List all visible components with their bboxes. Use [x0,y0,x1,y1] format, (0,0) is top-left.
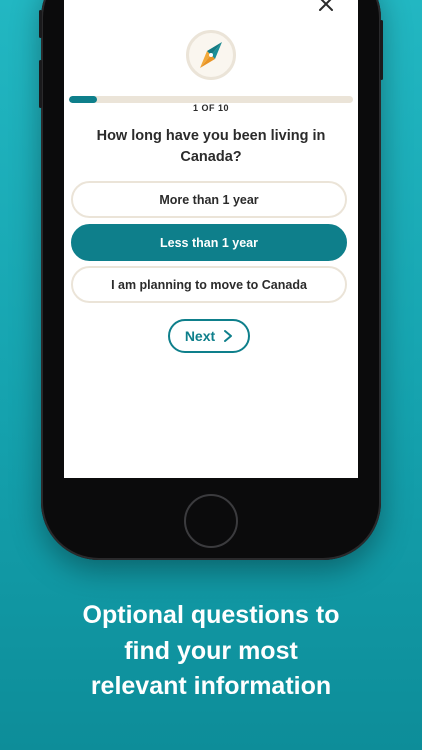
caption-line: Optional questions to [82,601,340,629]
chevron-right-icon [224,330,233,342]
step-indicator: 1 OF 10 [192,103,229,113]
option-less-than-1-year[interactable]: Less than 1 year [71,224,347,261]
phone-side-button [39,10,42,38]
progress-bar [69,96,353,103]
app-screen: 1 OF 10 How long have you been living in… [64,0,358,478]
next-button[interactable]: Next [168,319,250,353]
progress-bar-fill [69,96,98,103]
compass-icon [186,30,236,80]
question-text: How long have you been living in Canada? [96,128,326,165]
phone-home-button[interactable] [184,494,238,548]
caption-line: find your most [124,636,298,665]
caption-line: relevant information [90,672,332,700]
promo-caption: Optional questions to find your most rel… [0,598,422,705]
phone-power-button [380,20,383,80]
close-icon[interactable] [314,0,338,16]
phone-volume-button [39,60,42,108]
option-more-than-1-year[interactable]: More than 1 year [71,181,347,218]
next-button-label: Next [184,328,216,344]
option-planning-to-move[interactable]: I am planning to move to Canada [71,266,347,303]
